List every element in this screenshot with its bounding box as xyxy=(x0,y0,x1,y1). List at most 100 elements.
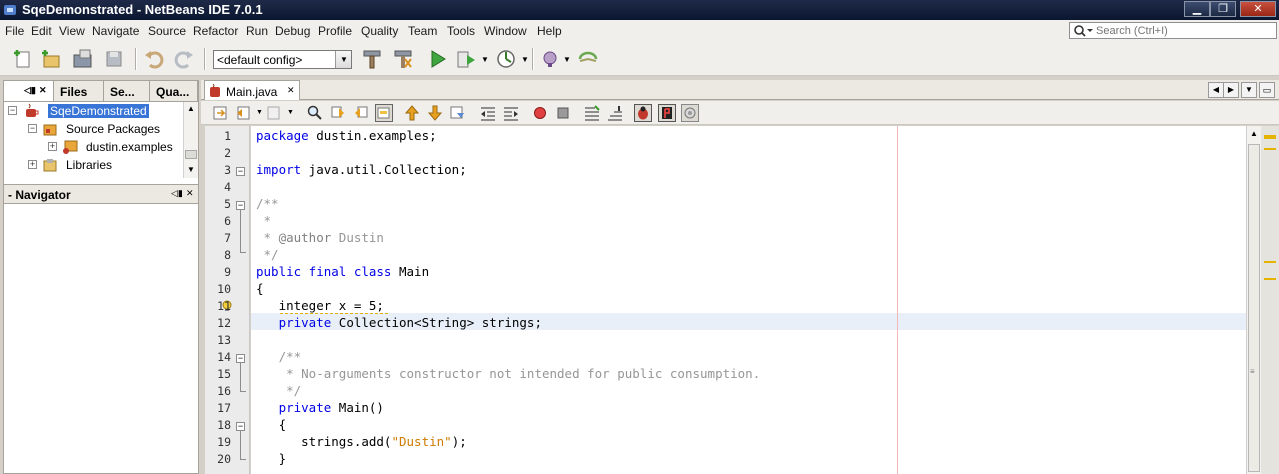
tree-node-source-packages[interactable]: − Source Packages xyxy=(4,120,182,138)
expand-toggle[interactable]: + xyxy=(48,142,57,151)
scroll-tabs-right-icon[interactable]: ▶ xyxy=(1223,82,1239,98)
code-line[interactable]: * @author Dustin xyxy=(256,229,384,246)
tree-node-libraries[interactable]: + Libraries xyxy=(4,156,182,174)
open-project-icon[interactable] xyxy=(71,47,95,71)
config-select[interactable]: <default config> ▼ xyxy=(213,50,352,69)
start-macro-recording-icon[interactable] xyxy=(531,104,549,122)
expand-toggle[interactable]: + xyxy=(28,160,37,169)
forward-dropdown-icon[interactable]: ▼ xyxy=(287,109,294,116)
menu-edit[interactable]: Edit xyxy=(31,24,52,38)
undo-icon[interactable] xyxy=(142,47,166,71)
maximize-button[interactable]: ❐ xyxy=(1210,1,1236,17)
code-editor[interactable]: package dustin.examples; import java.util… xyxy=(251,126,1246,474)
shift-right-icon[interactable] xyxy=(502,104,520,122)
search-icon[interactable] xyxy=(1073,24,1093,38)
uncomment-icon[interactable] xyxy=(606,104,624,122)
menu-debug[interactable]: Debug xyxy=(275,24,310,38)
menu-help[interactable]: Help xyxy=(537,24,562,38)
scroll-down-icon[interactable]: ▼ xyxy=(187,165,195,174)
tab-projects[interactable]: ◁▮ ✕ xyxy=(4,81,54,101)
fold-toggle[interactable]: − xyxy=(236,422,245,431)
next-bookmark-icon[interactable] xyxy=(426,104,444,122)
code-line[interactable]: public final class Main xyxy=(256,263,429,280)
scroll-up-icon[interactable]: ▲ xyxy=(1250,129,1258,138)
code-line[interactable]: strings.add("Dustin"); xyxy=(256,433,467,450)
collapse-toggle[interactable]: − xyxy=(8,106,17,115)
code-line[interactable]: */ xyxy=(256,246,279,263)
find-selection-icon[interactable] xyxy=(306,104,324,122)
fold-toggle[interactable]: − xyxy=(236,201,245,210)
memory-dropdown-icon[interactable]: ▼ xyxy=(563,55,571,64)
run-project-icon[interactable] xyxy=(425,47,449,71)
profile-project-icon[interactable] xyxy=(494,47,518,71)
code-line[interactable]: { xyxy=(256,280,264,297)
menu-refactor[interactable]: Refactor xyxy=(193,24,238,38)
findbugs-icon[interactable] xyxy=(634,104,652,122)
code-line[interactable]: package dustin.examples; xyxy=(256,127,437,144)
tab-files[interactable]: Files xyxy=(54,81,104,101)
garbage-collect-icon[interactable] xyxy=(576,47,600,71)
menu-source[interactable]: Source xyxy=(148,24,186,38)
restore-window-icon[interactable]: ◁▮ xyxy=(171,188,183,199)
menu-profile[interactable]: Profile xyxy=(318,24,352,38)
menu-quality[interactable]: Quality xyxy=(361,24,398,38)
config-dropdown-arrow[interactable]: ▼ xyxy=(335,51,351,68)
search-input[interactable] xyxy=(1096,23,1274,38)
back-icon[interactable] xyxy=(235,104,253,122)
tree-node-package[interactable]: + dustin.examples xyxy=(4,138,182,156)
code-line[interactable]: import java.util.Collection; xyxy=(256,161,467,178)
debug-project-icon[interactable] xyxy=(454,47,478,71)
fold-toggle[interactable]: − xyxy=(236,167,245,176)
minimize-button[interactable]: ▁ xyxy=(1184,1,1210,17)
toggle-bookmark-icon[interactable] xyxy=(449,104,467,122)
show-opened-documents-icon[interactable]: ▼ xyxy=(1241,82,1257,98)
warning-marker[interactable] xyxy=(1264,261,1276,263)
maximize-window-icon[interactable]: ▭ xyxy=(1259,82,1275,98)
scroll-thumb[interactable] xyxy=(185,150,197,159)
warning-marker[interactable] xyxy=(1264,148,1276,150)
fold-toggle[interactable]: − xyxy=(236,354,245,363)
build-hammer-icon[interactable] xyxy=(360,47,384,71)
collapse-toggle[interactable]: − xyxy=(28,124,37,133)
pmd-icon[interactable] xyxy=(658,104,676,122)
profile-dropdown-icon[interactable]: ▼ xyxy=(521,55,529,64)
code-line[interactable]: { xyxy=(256,416,287,433)
clean-build-icon[interactable] xyxy=(391,47,415,71)
stop-macro-recording-icon[interactable] xyxy=(554,104,572,122)
warning-marker[interactable] xyxy=(1264,135,1276,139)
save-all-icon[interactable] xyxy=(102,47,126,71)
tab-services[interactable]: Se... xyxy=(104,81,150,101)
tab-quality[interactable]: Qua... xyxy=(150,81,198,101)
scroll-thumb[interactable]: ≡ xyxy=(1248,144,1260,472)
shift-left-icon[interactable] xyxy=(479,104,497,122)
menu-window[interactable]: Window xyxy=(484,24,527,38)
scroll-up-icon[interactable]: ▲ xyxy=(187,104,195,113)
debug-dropdown-icon[interactable]: ▼ xyxy=(481,55,489,64)
checkstyle-icon[interactable] xyxy=(681,104,699,122)
code-line[interactable]: private Main() xyxy=(256,399,384,416)
menu-navigate[interactable]: Navigate xyxy=(92,24,139,38)
code-line[interactable]: integer x = 5; xyxy=(256,297,384,314)
warning-marker[interactable] xyxy=(1264,278,1276,280)
memory-gauge-icon[interactable] xyxy=(538,47,562,71)
menu-file[interactable]: File xyxy=(5,24,24,38)
find-next-icon[interactable] xyxy=(352,104,370,122)
close-tab-icon[interactable]: ✕ xyxy=(39,85,47,96)
forward-icon[interactable] xyxy=(265,104,283,122)
last-edit-icon[interactable] xyxy=(212,104,230,122)
close-button[interactable]: ✕ xyxy=(1240,1,1276,17)
code-line[interactable]: private Collection<String> strings; xyxy=(256,314,542,331)
code-line[interactable]: * xyxy=(256,212,272,229)
toggle-highlight-search-icon[interactable] xyxy=(375,104,393,122)
tab-main-java[interactable]: Main.java ✕ xyxy=(204,80,300,100)
menu-run[interactable]: Run xyxy=(246,24,268,38)
tree-scrollbar[interactable]: ▲ ▼ xyxy=(183,102,198,178)
restore-window-icon[interactable]: ◁▮ xyxy=(24,85,36,96)
redo-icon[interactable] xyxy=(172,47,196,71)
tree-node-project[interactable]: − SqeDemonstrated xyxy=(4,102,182,120)
close-tab-icon[interactable]: ✕ xyxy=(287,85,295,96)
new-file-icon[interactable] xyxy=(11,47,35,71)
comment-icon[interactable] xyxy=(583,104,601,122)
code-line[interactable]: /** xyxy=(256,195,279,212)
menu-team[interactable]: Team xyxy=(408,24,437,38)
